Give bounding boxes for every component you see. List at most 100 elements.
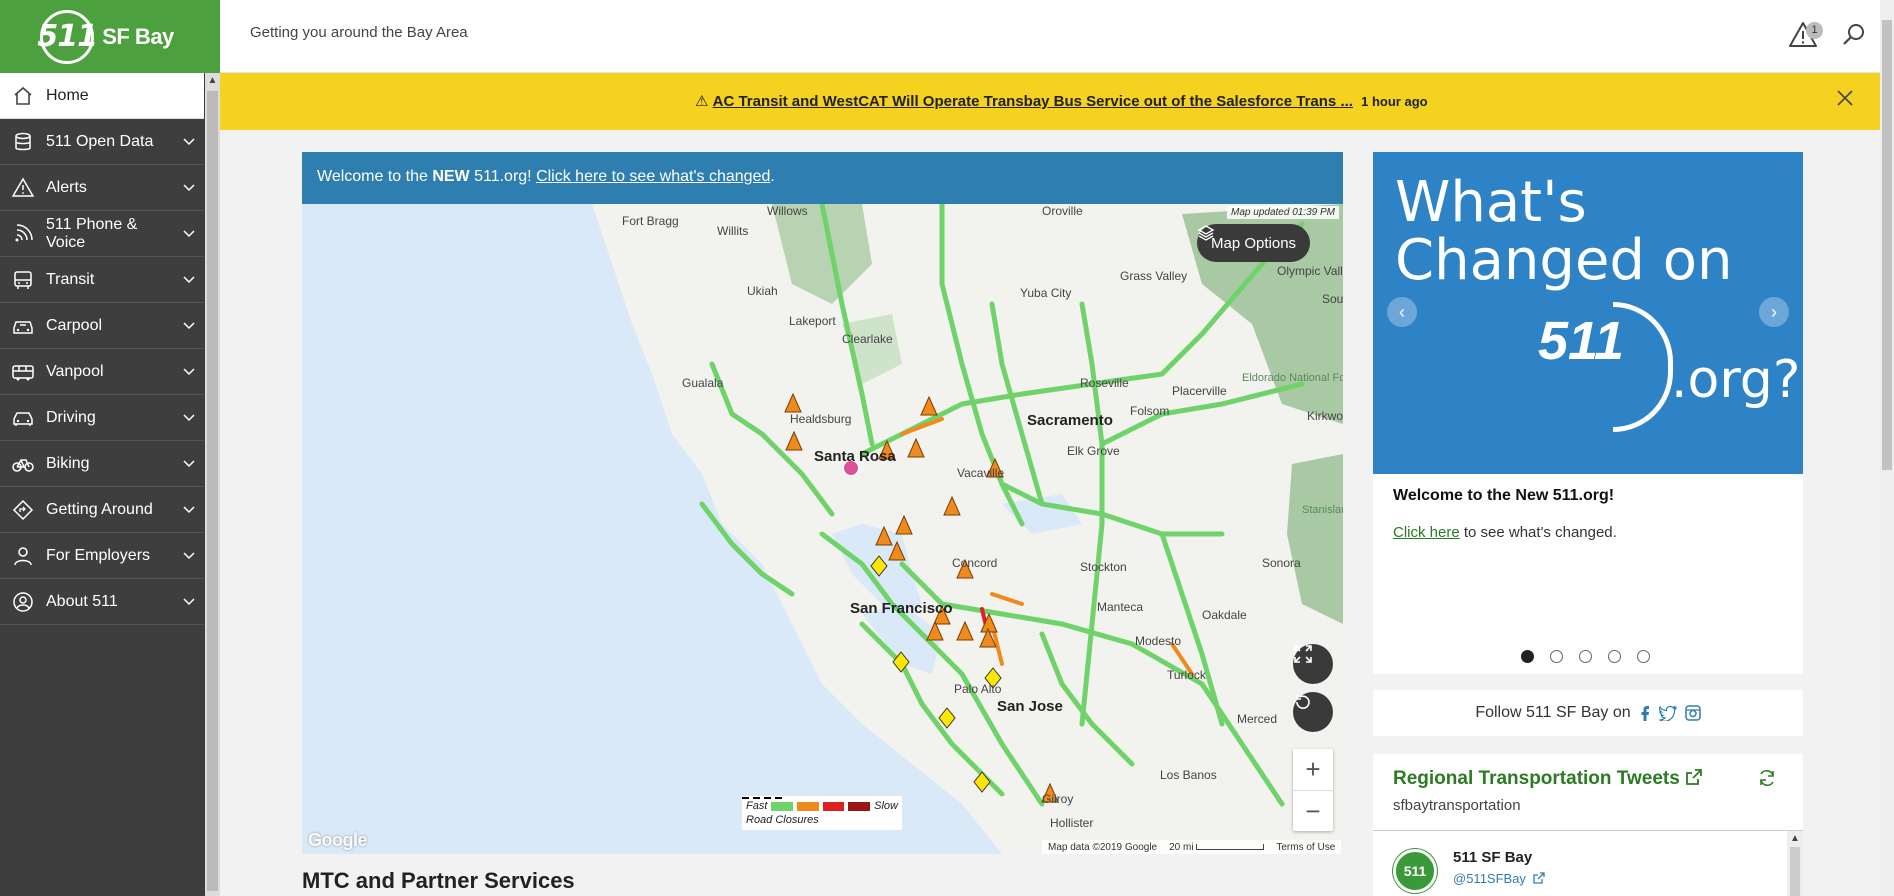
sidebar-item-label: Biking [46, 454, 90, 472]
chevron-down-icon[interactable] [174, 459, 204, 468]
map-options-button[interactable]: Map Options [1197, 224, 1311, 262]
sidebar-item-label: 511 Phone & Voice [46, 215, 138, 251]
map-label: San Jose [997, 698, 1063, 715]
traffic-map[interactable]: Fort Bragg Willits Willows Ukiah Lakepor… [302, 204, 1343, 854]
page-scrollbar[interactable] [1880, 0, 1894, 896]
sidebar-item-home[interactable]: Home [0, 73, 204, 119]
carousel-dot[interactable] [1550, 650, 1563, 663]
tweet-author-handle[interactable]: @511SFBay [1453, 871, 1545, 886]
warning-icon [0, 177, 46, 199]
refresh-icon[interactable] [1757, 768, 1777, 788]
tweets-subtitle: sfbaytransportation [1393, 797, 1521, 814]
sidebar-item-employers[interactable]: For Employers [0, 533, 204, 579]
map-label: Eldorado National Forest [1242, 372, 1343, 384]
chevron-down-icon[interactable] [174, 597, 204, 606]
sidebar-item-open-data[interactable]: 511 Open Data [0, 119, 204, 165]
map-label: Santa Rosa [814, 448, 896, 465]
sidebar-scrollbar[interactable]: ▲ [205, 73, 220, 896]
map-scale: 20 mi [1169, 842, 1265, 853]
map-label: Willows [767, 204, 808, 218]
chevron-down-icon[interactable] [174, 229, 204, 238]
carousel-dot[interactable] [1637, 650, 1650, 663]
page-scroll-thumb[interactable] [1882, 20, 1892, 470]
twitter-icon[interactable] [1658, 705, 1677, 721]
sidebar-item-phone-voice[interactable]: 511 Phone & Voice [0, 211, 204, 257]
sidebar-item-transit[interactable]: Transit [0, 257, 204, 303]
zoom-in-button[interactable]: + [1293, 749, 1333, 790]
banner-link[interactable]: AC Transit and WestCAT Will Operate Tran… [713, 93, 1353, 110]
zoom-out-button[interactable]: − [1293, 791, 1333, 832]
sidebar-item-getting-around[interactable]: Getting Around [0, 487, 204, 533]
sidebar-item-about[interactable]: About 511 [0, 579, 204, 625]
carousel-dot[interactable] [1579, 650, 1592, 663]
chevron-right-icon: › [1771, 301, 1777, 322]
welcome-link[interactable]: Click here to see what's changed [536, 168, 770, 185]
map-options-label: Map Options [1211, 234, 1297, 252]
tweets-scroll-thumb[interactable] [1790, 847, 1800, 896]
map-label: Healdsburg [790, 412, 852, 426]
welcome-suffix: . [770, 168, 775, 185]
chevron-down-icon[interactable] [174, 505, 204, 514]
map-canvas[interactable] [302, 204, 1343, 854]
header: Getting you around the Bay Area 1 [220, 0, 1880, 73]
scroll-up-arrow[interactable]: ▲ [205, 73, 220, 89]
map-label: Ukiah [747, 284, 778, 298]
carousel-heading: Welcome to the New 511.org! [1393, 487, 1615, 504]
sidebar-item-label: For Employers [46, 546, 151, 564]
tweets-list[interactable]: 511 511 SF Bay @511SFBay ▲ [1373, 830, 1803, 896]
logo-text: SF Bay [102, 23, 174, 49]
carousel-dot[interactable] [1608, 650, 1621, 663]
carousel-link[interactable]: Click here [1393, 524, 1460, 541]
carousel-slide-image[interactable]: What's Changed on 511 .org? ‹ › [1373, 152, 1803, 474]
sidebar-item-biking[interactable]: Biking [0, 441, 204, 487]
map-label: Kirkwood [1307, 409, 1343, 423]
tweets-title[interactable]: Regional Transportation Tweets [1393, 768, 1703, 790]
instagram-icon[interactable] [1684, 705, 1701, 721]
chevron-down-icon[interactable] [174, 413, 204, 422]
map-footer: Map data ©2019 Google 20 mi Terms of Use [1042, 840, 1342, 854]
carousel-dots [1521, 650, 1650, 663]
avatar[interactable]: 511 [1393, 849, 1437, 893]
sidebar-item-label: Driving [46, 408, 96, 426]
chevron-down-icon[interactable] [174, 367, 204, 376]
tweet-author-name[interactable]: 511 SF Bay [1453, 849, 1532, 866]
fullscreen-button[interactable] [1293, 644, 1333, 684]
welcome-bar: Welcome to the NEW 511.org! Click here t… [302, 152, 1343, 204]
chevron-down-icon[interactable] [174, 321, 204, 330]
follow-text: Follow 511 SF Bay on [1475, 704, 1631, 721]
user-circle-icon [0, 591, 46, 613]
terms-link[interactable]: Terms of Use [1276, 842, 1335, 853]
facebook-icon[interactable] [1639, 705, 1651, 721]
sidebar-item-label: Getting Around [46, 500, 153, 518]
map-label: Gualala [682, 376, 724, 390]
sidebar-item-carpool[interactable]: Carpool [0, 303, 204, 349]
logo-ring: 511 [37, 9, 98, 64]
layers-icon [1197, 225, 1215, 241]
map-label: Oroville [1042, 204, 1083, 218]
scroll-up-arrow[interactable]: ▲ [1787, 831, 1803, 847]
sidebar-scroll-thumb[interactable] [207, 91, 218, 891]
chevron-down-icon[interactable] [174, 183, 204, 192]
map-label: Willits [717, 224, 749, 238]
close-icon[interactable] [1834, 87, 1856, 109]
sidebar-item-alerts[interactable]: Alerts [0, 165, 204, 211]
carousel-prev-button[interactable]: ‹ [1387, 297, 1417, 327]
map-label: Clearlake [842, 332, 893, 346]
sidebar-item-vanpool[interactable]: Vanpool [0, 349, 204, 395]
reset-map-button[interactable] [1293, 692, 1333, 732]
legend-swatch [771, 801, 794, 811]
carousel-dot[interactable] [1521, 650, 1534, 663]
chevron-down-icon[interactable] [174, 137, 204, 146]
welcome-new: NEW [432, 168, 470, 185]
tweets-scrollbar[interactable]: ▲ [1787, 831, 1803, 896]
map-label: Olympic Valley [1277, 264, 1343, 278]
logo[interactable]: 511 SF Bay [0, 0, 220, 73]
chevron-down-icon[interactable] [174, 275, 204, 284]
legend-dash [742, 797, 786, 799]
carousel-next-button[interactable]: › [1759, 297, 1789, 327]
chevron-down-icon[interactable] [174, 551, 204, 560]
map-label: Turlock [1167, 668, 1206, 682]
sidebar-item-driving[interactable]: Driving [0, 395, 204, 441]
search-icon[interactable] [1840, 21, 1868, 49]
map-label: Grass Valley [1120, 269, 1188, 283]
